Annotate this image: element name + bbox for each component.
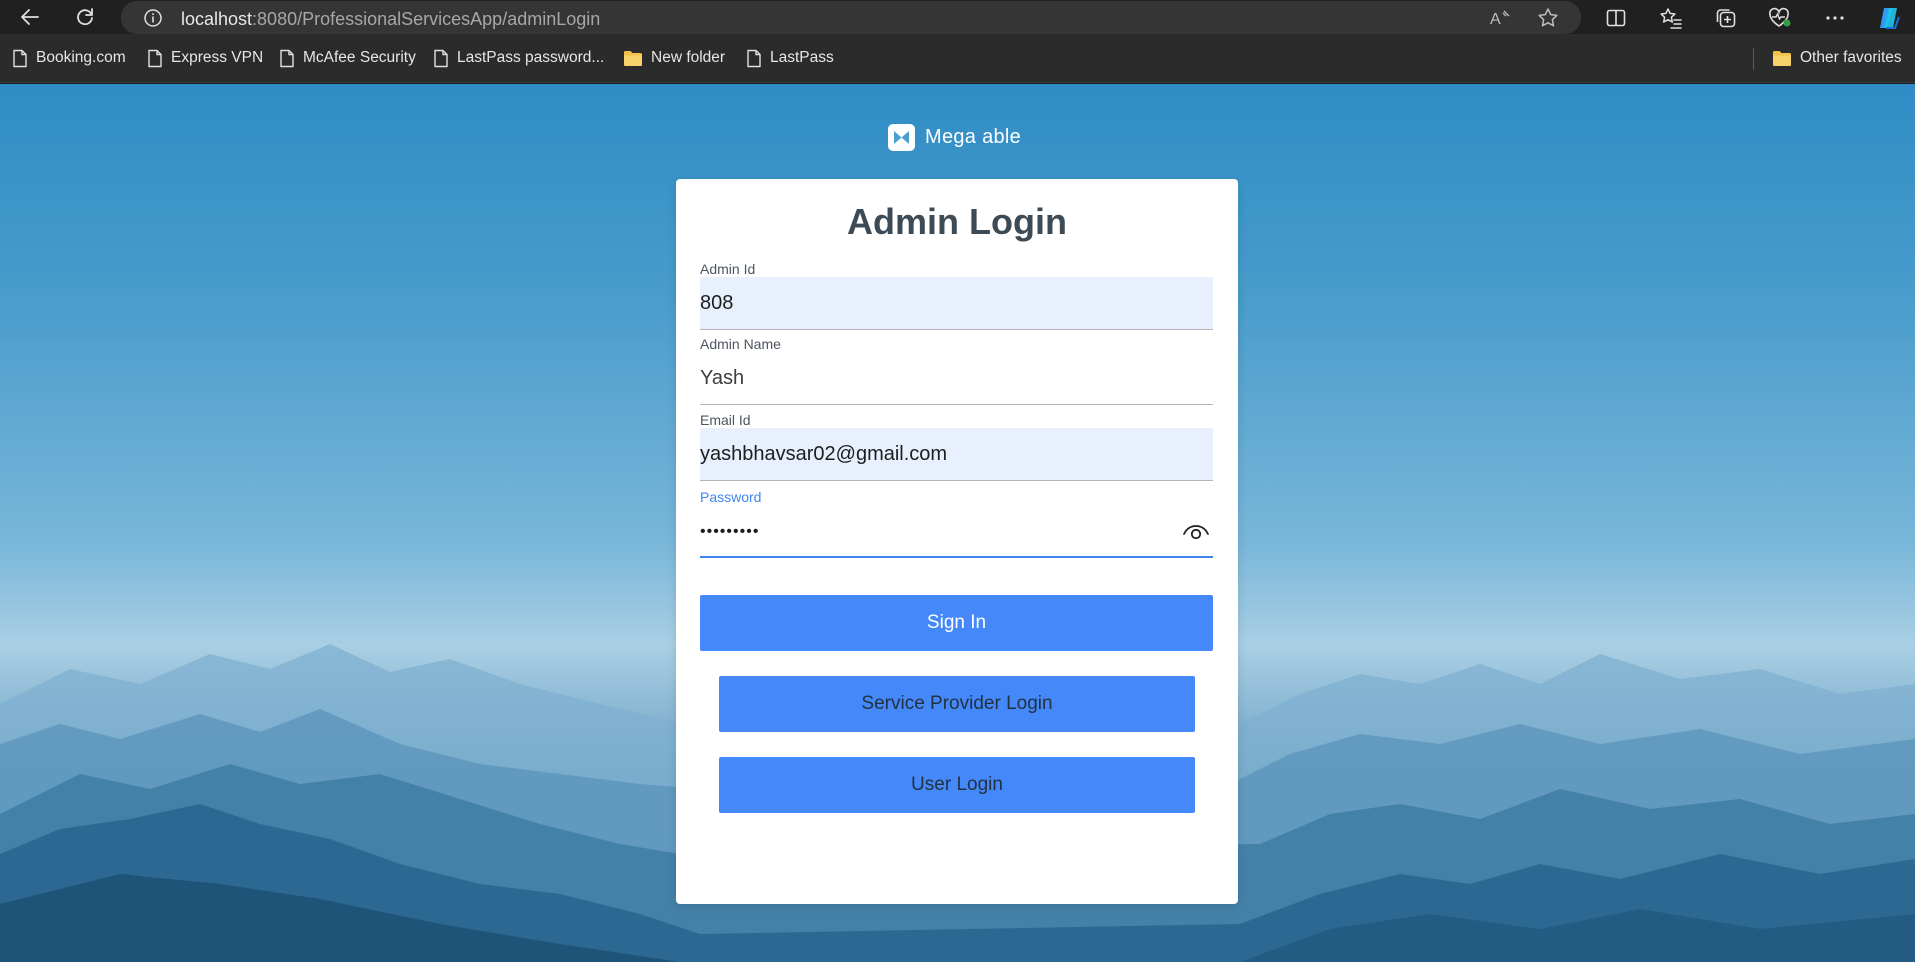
heart-pulse-icon (1769, 7, 1791, 27)
folder-icon (1773, 50, 1791, 66)
page-icon (434, 49, 448, 67)
collections-icon (1716, 9, 1736, 28)
admin-name-field[interactable]: Yash (700, 352, 1213, 405)
admin-name-label: Admin Name (700, 336, 781, 352)
email-value: yashbhavsar02@gmail.com (700, 443, 948, 465)
browser-essentials-button[interactable] (1765, 3, 1795, 33)
page-icon (13, 49, 27, 67)
bookmark-mcafee[interactable]: McAfee Security (279, 46, 416, 70)
site-info-icon[interactable] (143, 8, 163, 33)
eye-icon[interactable] (1181, 519, 1211, 545)
bookmarks-divider (1753, 48, 1754, 70)
collections-button[interactable] (1711, 3, 1741, 33)
bookmark-label: New folder (651, 49, 726, 66)
svg-text:A: A (1490, 11, 1501, 28)
page-icon (148, 49, 162, 67)
folder-icon (624, 50, 642, 66)
bookmark-new-folder[interactable]: New folder (623, 46, 725, 70)
user-login-button[interactable]: User Login (719, 757, 1195, 813)
bookmark-label: Booking.com (36, 49, 126, 66)
favorites-list-icon (1660, 8, 1682, 29)
email-field[interactable]: yashbhavsar02@gmail.com (700, 428, 1213, 481)
favorite-star-icon[interactable] (1536, 6, 1560, 30)
service-provider-login-button[interactable]: Service Provider Login (719, 676, 1195, 732)
url-text[interactable]: localhost:8080/ProfessionalServicesApp/a… (181, 9, 600, 30)
url-path: :8080/ProfessionalServicesApp/adminLogin (252, 9, 601, 29)
bookmark-label: Express VPN (171, 49, 264, 66)
copilot-button[interactable] (1874, 3, 1904, 33)
password-label: Password (700, 489, 762, 505)
admin-id-value: 808 (700, 292, 734, 314)
bookmark-other-favorites[interactable]: Other favorites (1772, 46, 1902, 70)
page-icon (747, 49, 761, 67)
bookmark-label: Other favorites (1800, 49, 1902, 66)
refresh-button[interactable] (71, 3, 99, 31)
sign-in-button[interactable]: Sign In (700, 595, 1213, 651)
read-aloud-icon[interactable]: A (1488, 6, 1512, 30)
url-host: localhost (181, 9, 253, 29)
page-title: Admin Login (847, 201, 1067, 242)
bookmark-lastpass[interactable]: LastPass (746, 46, 834, 70)
bookmark-booking[interactable]: Booking.com (12, 46, 126, 70)
back-arrow-icon (21, 9, 39, 25)
browser-toolbar: localhost:8080/ProfessionalServicesApp/a… (0, 0, 1915, 34)
brand-header: Mega able (888, 123, 1021, 151)
settings-more-button[interactable] (1820, 3, 1850, 33)
brand-logo-icon (888, 123, 915, 151)
login-page: Mega able Admin Login Admin Id 808 Admin… (0, 84, 1915, 962)
admin-name-value: Yash (700, 367, 745, 389)
bookmarks-bar: Booking.com Express VPN McAfee Security … (0, 34, 1915, 83)
brand-name: Mega able (925, 125, 1022, 148)
bookmark-lastpass-password[interactable]: LastPass password... (433, 46, 604, 70)
favorites-button[interactable] (1656, 3, 1686, 33)
page-icon (280, 49, 294, 67)
more-dots-icon (1826, 16, 1844, 20)
admin-id-label: Admin Id (700, 261, 756, 277)
split-screen-button[interactable] (1601, 3, 1631, 33)
back-button[interactable] (16, 3, 44, 31)
address-bar[interactable]: localhost:8080/ProfessionalServicesApp/a… (121, 1, 1581, 34)
bookmark-label: LastPass password... (457, 49, 605, 66)
email-label: Email Id (700, 412, 751, 428)
bookmark-label: LastPass (770, 49, 834, 66)
refresh-icon (77, 8, 93, 26)
login-card: Admin Login Admin Id 808 Admin Name Yash… (676, 179, 1238, 904)
password-field[interactable]: ••••••••• (700, 505, 1213, 558)
password-value: ••••••••• (700, 523, 760, 540)
split-screen-icon (1606, 9, 1626, 27)
bookmark-label: McAfee Security (303, 49, 416, 66)
admin-id-field[interactable]: 808 (700, 277, 1213, 330)
bookmark-express-vpn[interactable]: Express VPN (147, 46, 263, 70)
copilot-icon (1880, 8, 1900, 29)
